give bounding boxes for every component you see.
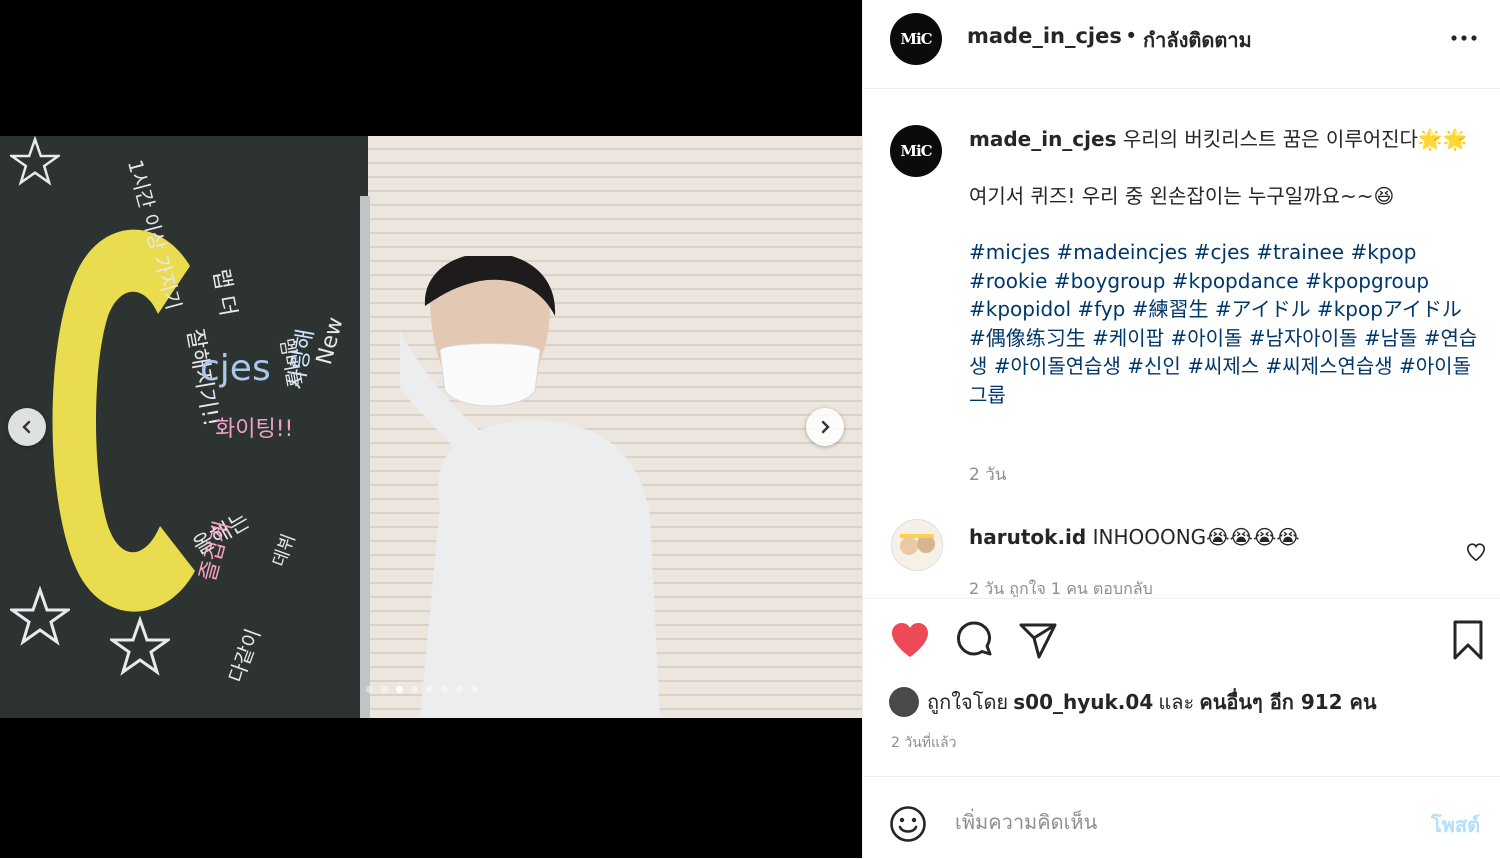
- star-doodle: [10, 136, 60, 186]
- caption-hashtags[interactable]: #micjes #madeincjes #cjes #trainee #kpop…: [969, 238, 1485, 409]
- chevron-left-icon: [22, 420, 31, 434]
- board-word: New: [312, 314, 349, 368]
- posted-time[interactable]: 2 วันที่แล้ว: [891, 732, 956, 754]
- add-comment-bar: โพสต์: [863, 776, 1500, 859]
- share-icon[interactable]: [1017, 620, 1059, 662]
- liker-avatar[interactable]: [889, 687, 919, 717]
- slide-dot: [396, 686, 403, 693]
- slide-dot: [441, 686, 448, 693]
- post-side-panel: MiC made_in_cjes • กำลังติดตาม MiC made_…: [862, 0, 1500, 858]
- chalkboard: 1시간 이상 가지기 랩 더 잘해지기!! cjes 화이팅!! 멤버들 사랑해…: [0, 136, 368, 718]
- post-media: 1시간 이상 가지기 랩 더 잘해지기!! cjes 화이팅!! 멤버들 사랑해…: [0, 0, 862, 858]
- post-comment-button[interactable]: โพสต์: [1431, 809, 1480, 841]
- slide-dot: [381, 686, 388, 693]
- commenter-avatar-image: [892, 520, 942, 570]
- caption-time[interactable]: 2 วัน: [969, 461, 1006, 488]
- liker-username[interactable]: s00_hyuk.04: [1013, 690, 1153, 714]
- board-word: 데뷔: [268, 531, 300, 570]
- commenter-avatar[interactable]: [891, 519, 943, 571]
- slide-dot: [456, 686, 463, 693]
- caption-author-avatar[interactable]: MiC: [890, 125, 942, 177]
- comment-like-icon[interactable]: [1465, 541, 1487, 563]
- comment-text: INHOOONG😭😭😭😭: [1092, 525, 1300, 549]
- separator-dot: •: [1125, 24, 1138, 48]
- previous-slide-button[interactable]: [8, 408, 46, 446]
- commenter-username[interactable]: harutok.id: [969, 525, 1086, 549]
- post-header: MiC made_in_cjes • กำลังติดตาม: [863, 0, 1500, 89]
- board-word: cjes: [200, 348, 271, 389]
- likes-and: และ: [1158, 690, 1195, 714]
- more-options-icon[interactable]: [1449, 26, 1479, 46]
- save-bookmark-icon[interactable]: [1447, 619, 1489, 661]
- person-figure: [400, 256, 660, 718]
- comments-section[interactable]: MiC made_in_cjes 우리의 버킷리스트 꿈은 이루어진다🌟🌟 여기…: [863, 89, 1500, 597]
- star-doodle: [110, 616, 170, 676]
- emoji-icon[interactable]: [889, 805, 927, 843]
- slide-dot: [471, 686, 478, 693]
- author-avatar[interactable]: MiC: [890, 13, 942, 65]
- others-count[interactable]: คนอื่นๆ อีก 912 คน: [1199, 686, 1376, 718]
- board-word: 다같이: [223, 625, 266, 686]
- post-actions: [863, 598, 1500, 660]
- caption-line-1: 우리의 버킷리스트 꿈은 이루어진다🌟🌟: [1122, 127, 1468, 151]
- following-button[interactable]: กำลังติดตาม: [1143, 24, 1252, 56]
- post-photo: 1시간 이상 가지기 랩 더 잘해지기!! cjes 화이팅!! 멤버들 사랑해…: [0, 136, 862, 718]
- author-username[interactable]: made_in_cjes: [967, 24, 1122, 48]
- caption: made_in_cjes 우리의 버킷리스트 꿈은 이루어진다🌟🌟 여기서 퀴즈…: [969, 125, 1485, 409]
- slide-dot: [366, 686, 373, 693]
- star-doodle: [10, 586, 70, 646]
- liked-heart-icon[interactable]: [889, 619, 931, 661]
- caption-line-2: 여기서 퀴즈! 우리 중 왼손잡이는 누구일까요~~😆: [969, 183, 1395, 208]
- comment-meta[interactable]: 2 วัน ถูกใจ 1 คน ตอบกลับ: [969, 577, 1153, 597]
- comment-icon[interactable]: [953, 620, 995, 662]
- slide-dot: [411, 686, 418, 693]
- slide-indicator: [366, 686, 478, 693]
- board-frame: [360, 196, 370, 718]
- likes-summary[interactable]: ถูกใจโดย s00_hyuk.04 และ คนอื่นๆ อีก 912…: [889, 686, 1377, 718]
- next-slide-button[interactable]: [806, 408, 844, 446]
- slide-dot: [426, 686, 433, 693]
- comment: harutok.id INHOOONG😭😭😭😭: [969, 525, 1300, 549]
- big-letter-c: [52, 229, 195, 612]
- likes-prefix: ถูกใจโดย: [927, 690, 1009, 714]
- board-word: 화이팅!!: [215, 417, 294, 442]
- chevron-right-icon: [821, 420, 830, 434]
- caption-username[interactable]: made_in_cjes: [969, 127, 1117, 151]
- board-word: 랩 더: [207, 267, 241, 319]
- comment-input[interactable]: [953, 803, 1397, 841]
